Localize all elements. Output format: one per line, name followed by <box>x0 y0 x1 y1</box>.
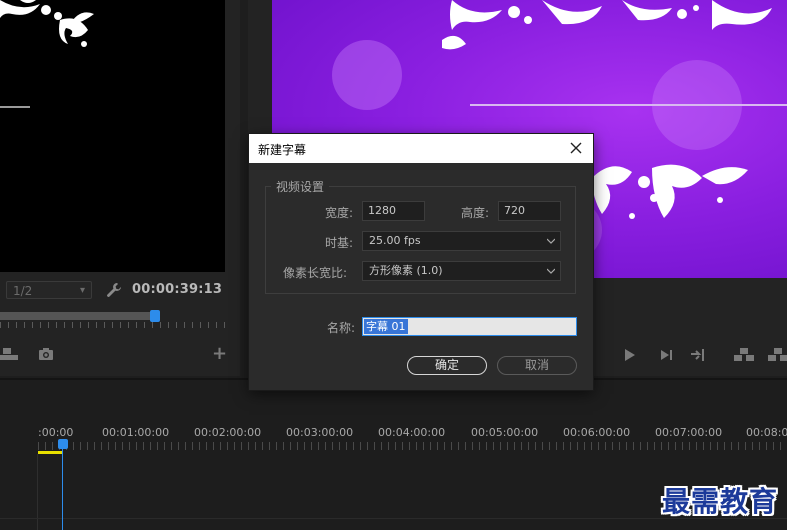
video-settings-label: 视频设置 <box>271 178 330 195</box>
source-scroll-bar[interactable] <box>0 312 158 320</box>
ruler-label: 00:01:00:00 <box>102 426 170 439</box>
ornament-graphic <box>592 164 748 219</box>
add-icon[interactable]: + <box>212 345 227 363</box>
height-label: 高度: <box>461 206 490 220</box>
ruler-label: 00:06:00:00 <box>563 426 631 439</box>
ruler-label: 00:03:00:00 <box>286 426 354 439</box>
pixel-aspect-select[interactable]: 方形像素 (1.0) <box>362 261 561 281</box>
height-field[interactable]: 720 <box>498 201 561 221</box>
source-video-frame <box>0 0 225 272</box>
name-input[interactable]: 字幕 01 <box>362 317 577 336</box>
source-monitor-panel: 1/2 ▾ 00:00:39:13 + <box>0 0 240 376</box>
width-field[interactable]: 1280 <box>362 201 425 221</box>
step-forward-icon[interactable] <box>660 348 674 362</box>
bokeh-light <box>332 40 402 110</box>
timeline-playhead[interactable] <box>58 439 68 449</box>
resolution-select[interactable]: 1/2 ▾ <box>6 281 92 299</box>
chevron-down-icon <box>547 268 555 274</box>
timebase-value: 25.00 fps <box>369 234 421 247</box>
ruler-label: 00:05:00:00 <box>471 426 539 439</box>
source-timecode[interactable]: 00:00:39:13 <box>132 282 222 297</box>
export-frame-icon[interactable] <box>0 347 20 361</box>
go-to-out-icon[interactable] <box>690 348 706 362</box>
resolution-value: 1/2 <box>13 284 33 298</box>
close-icon[interactable] <box>568 140 584 156</box>
watermark: 最需教育 <box>662 485 779 518</box>
new-caption-dialog: 新建字幕 视频设置 宽度: 1280 高度: 720 时基: 25.00 fps… <box>249 134 593 390</box>
timebase-select[interactable]: 25.00 fps <box>362 231 561 251</box>
work-area-bar[interactable] <box>38 451 62 454</box>
timeline-playhead-line <box>62 448 63 530</box>
wrench-icon[interactable] <box>106 282 122 298</box>
name-label: 名称: <box>327 321 356 335</box>
ruler-label: 00:08:00 <box>746 426 787 439</box>
chevron-down-icon: ▾ <box>79 285 85 296</box>
lift-icon[interactable] <box>734 347 754 363</box>
timebase-label: 时基: <box>325 236 354 250</box>
dialog-titlebar[interactable]: 新建字幕 <box>249 134 593 163</box>
play-icon[interactable] <box>624 348 636 362</box>
camera-icon[interactable] <box>38 347 54 361</box>
ruler-label: 00:02:00:00 <box>194 426 262 439</box>
ruler-label: 00:07:00:00 <box>655 426 723 439</box>
ruler-label: 00:04:00:00 <box>378 426 446 439</box>
height-value: 720 <box>504 204 525 217</box>
source-ruler-ticks <box>0 322 225 328</box>
program-transport-bar: ▏ <box>590 344 787 366</box>
width-label: 宽度: <box>325 206 354 220</box>
dialog-title: 新建字幕 <box>258 143 307 157</box>
ornament-graphic <box>0 0 94 47</box>
source-timeruler[interactable] <box>0 308 225 328</box>
ok-button[interactable]: 确定 <box>407 356 487 375</box>
cancel-button[interactable]: 取消 <box>497 356 577 375</box>
width-value: 1280 <box>368 204 396 217</box>
ornament-graphic <box>442 0 772 50</box>
extract-icon[interactable] <box>768 347 787 363</box>
pixel-aspect-label: 像素长宽比: <box>283 266 348 280</box>
title-divider-line <box>0 106 30 108</box>
source-button-bar: + <box>0 344 240 366</box>
source-playhead[interactable] <box>150 310 160 322</box>
ruler-label: :00:00 <box>38 426 74 439</box>
title-divider-line <box>470 104 787 106</box>
source-controls: 1/2 ▾ 00:00:39:13 <box>0 278 240 304</box>
pixel-aspect-value: 方形像素 (1.0) <box>369 264 443 277</box>
name-value: 字幕 01 <box>364 319 408 334</box>
timeline-ruler-ticks[interactable] <box>38 442 787 450</box>
chevron-down-icon <box>547 238 555 244</box>
